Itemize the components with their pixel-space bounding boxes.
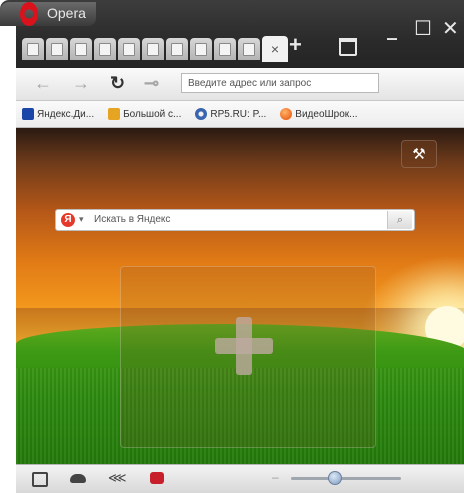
page-icon [75, 42, 87, 56]
tab[interactable] [22, 38, 44, 60]
bookmark-label: ВидеоШрок... [295, 108, 358, 120]
tab[interactable] [166, 38, 188, 60]
bookmark-video[interactable]: ВидеоШрок... [280, 108, 358, 120]
yandex-disk-icon [22, 108, 34, 120]
zoom-slider-handle[interactable] [328, 471, 342, 485]
trash-icon[interactable] [339, 38, 357, 56]
opera-logo-icon [20, 2, 38, 26]
unite-icon[interactable]: ⋘ [108, 470, 127, 486]
tab[interactable] [190, 38, 212, 60]
new-tab-button[interactable]: + [289, 32, 302, 58]
forward-button[interactable]: → [72, 73, 90, 94]
tab[interactable] [142, 38, 164, 60]
close-button[interactable]: ✕ [442, 16, 459, 40]
tab[interactable] [94, 38, 116, 60]
yandex-logo-icon: Я [61, 213, 75, 227]
page-icon [147, 42, 159, 56]
opera-dragon-icon[interactable] [150, 472, 164, 484]
maximize-button[interactable]: ☐ [414, 16, 432, 40]
tab-strip: × [22, 36, 288, 62]
page-icon [219, 42, 231, 56]
app-title: Opera [47, 5, 86, 21]
plus-icon-bar [215, 338, 273, 354]
speed-dial-settings-button[interactable]: ⚒ [401, 140, 437, 168]
tab[interactable] [118, 38, 140, 60]
tab[interactable] [214, 38, 236, 60]
yandex-search-box[interactable]: Я ▾ Искать в Яндекс ⌕ [55, 209, 415, 231]
search-icon: ⌕ [396, 213, 404, 226]
bookmark-label: Яндекс.Ди... [37, 108, 95, 120]
tab[interactable] [70, 38, 92, 60]
status-bar: ⋘ – [16, 464, 464, 493]
wrench-icon: ⚒ [412, 146, 426, 163]
page-icon [27, 42, 39, 56]
opera-window: Opera _ ☐ ✕ × + ← → ↻ ⊸ Введите адрес ил… [0, 0, 464, 493]
page-icon [51, 42, 63, 56]
bookmark-yandex-disk[interactable]: Яндекс.Ди... [22, 108, 94, 120]
turbo-icon[interactable] [70, 474, 86, 483]
address-field[interactable]: Введите адрес или запрос [181, 73, 379, 93]
search-button[interactable]: ⌕ [387, 211, 412, 229]
active-tab-close-button[interactable]: × [262, 36, 288, 62]
page-icon [123, 42, 135, 56]
zoom-slider[interactable] [291, 477, 401, 480]
chevron-down-icon[interactable]: ▾ [79, 214, 84, 225]
panel-icon[interactable] [32, 472, 48, 487]
bookmark-rp5[interactable]: RP5.RU: P... [195, 108, 266, 120]
speed-dial-page: ⚒ Я ▾ Искать в Яндекс ⌕ [16, 128, 464, 464]
key-icon[interactable]: ⊸ [144, 73, 159, 94]
page-icon [99, 42, 111, 56]
bookmarks-bar: Яндекс.Ди... Большой с... RP5.RU: P... В… [16, 101, 464, 128]
bolshoy-icon [108, 108, 121, 120]
page-icon [195, 42, 207, 56]
opera-menu-button[interactable]: Opera [0, 2, 96, 26]
tab[interactable] [46, 38, 68, 60]
tab[interactable] [238, 38, 260, 60]
navigation-bar: ← → ↻ ⊸ Введите адрес или запрос [16, 68, 464, 101]
back-button[interactable]: ← [34, 73, 52, 94]
search-input[interactable]: Искать в Яндекс [94, 214, 170, 225]
video-icon [280, 108, 293, 120]
window-left-edge [0, 26, 16, 492]
reload-button[interactable]: ↻ [110, 73, 125, 94]
bookmark-label: RP5.RU: P... [210, 108, 267, 120]
add-speed-dial-tile[interactable] [120, 266, 376, 448]
page-icon [243, 42, 255, 56]
zoom-out-icon[interactable]: – [272, 470, 279, 484]
page-icon [171, 42, 183, 56]
rp5-icon [195, 108, 208, 120]
minimize-button[interactable]: _ [387, 16, 397, 40]
bookmark-label: Большой с... [123, 108, 182, 120]
bookmark-bolshoy[interactable]: Большой с... [108, 108, 181, 120]
title-bar: Opera _ ☐ ✕ × + [0, 0, 464, 70]
